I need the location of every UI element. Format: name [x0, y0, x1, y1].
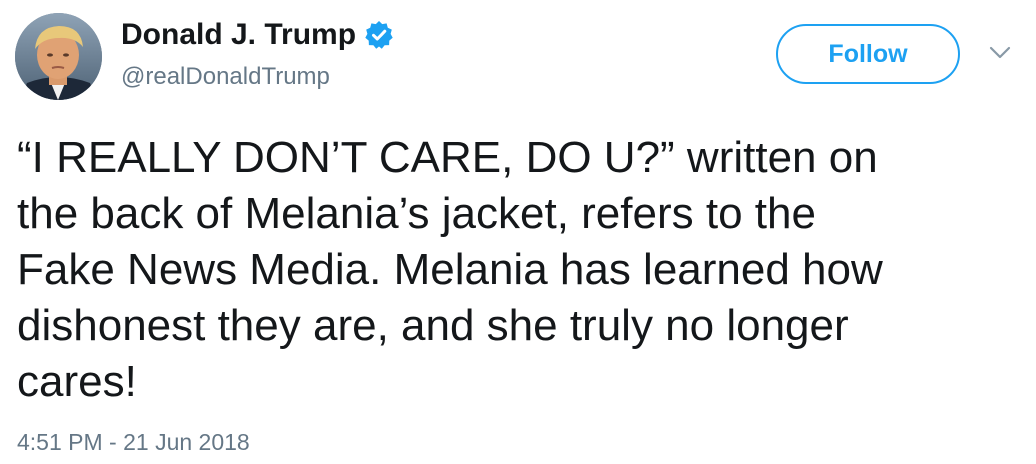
tweet-text: “I REALLY DON’T CARE, DO U?” written on …	[17, 133, 883, 406]
user-handle[interactable]: @realDonaldTrump	[121, 62, 330, 92]
avatar[interactable]	[15, 13, 102, 100]
tweet-timestamp[interactable]: 4:51 PM - 21 Jun 2018	[17, 428, 250, 456]
tweet-card: Donald J. Trump @realDonaldTrump Follow …	[0, 0, 1036, 464]
verified-badge-icon	[364, 20, 394, 50]
profile-photo-icon	[15, 13, 102, 100]
display-name[interactable]: Donald J. Trump	[121, 16, 356, 54]
name-row: Donald J. Trump	[121, 16, 394, 54]
follow-button[interactable]: Follow	[776, 24, 960, 84]
chevron-down-icon[interactable]	[986, 42, 1014, 62]
